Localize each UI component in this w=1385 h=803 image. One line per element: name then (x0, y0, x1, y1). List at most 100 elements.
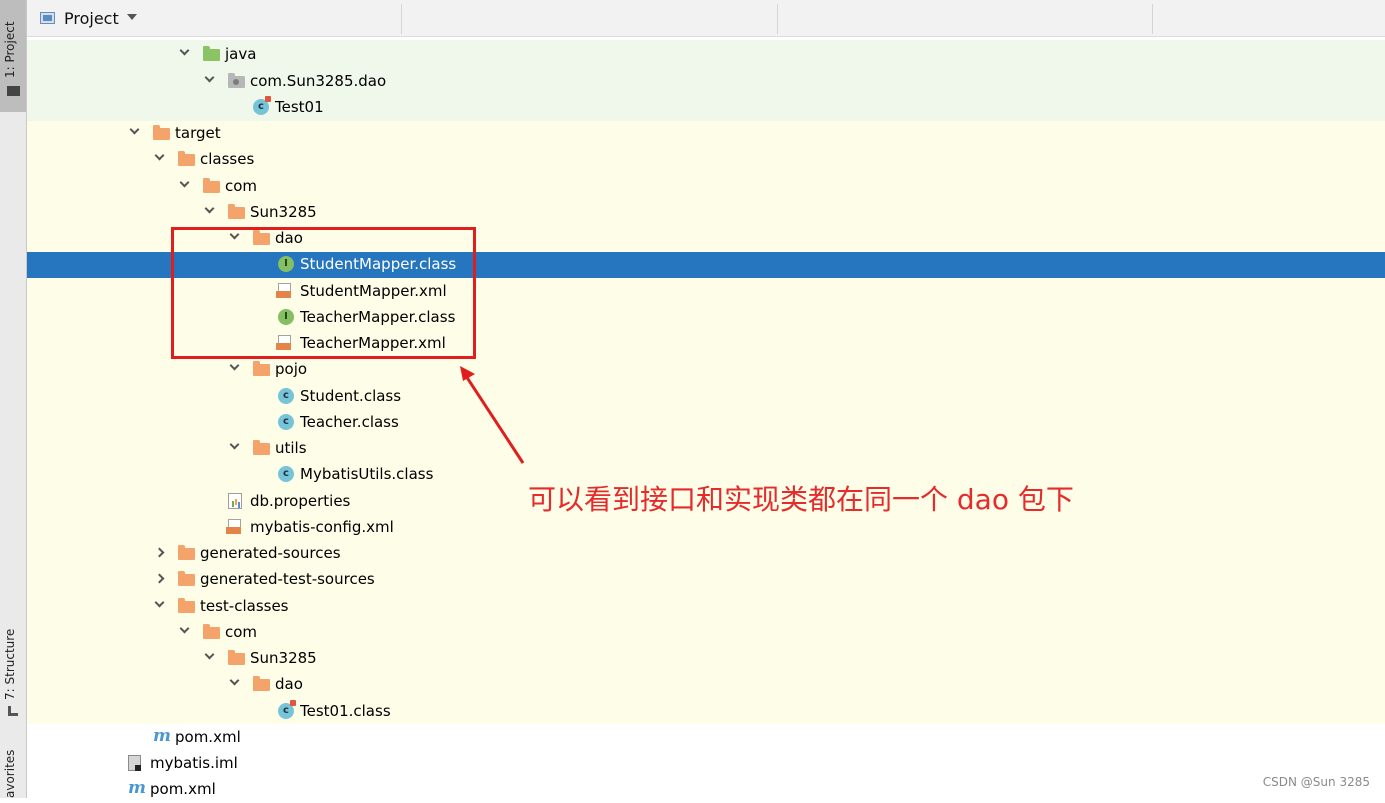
folder-icon (178, 545, 195, 560)
tree-item-label: pom.xml (150, 780, 216, 798)
tree-item-label: generated-test-sources (200, 570, 375, 588)
maven-icon: m (128, 778, 146, 798)
chevron-down-icon[interactable] (129, 124, 140, 135)
folder-icon (203, 178, 220, 193)
chevron-down-icon[interactable] (154, 150, 165, 161)
tree-item-label: pojo (275, 360, 308, 378)
project-tree[interactable]: java com.Sun3285.dao c Test01 target classes c… (27, 36, 1385, 798)
tree-row[interactable]: generated-sources (27, 541, 1385, 567)
tree-item-label: db.properties (250, 492, 351, 510)
tree-row[interactable]: Sun3285 (27, 200, 1385, 226)
tree-row[interactable]: java (27, 42, 1385, 68)
chevron-down-icon[interactable] (229, 439, 240, 450)
tree-item-label: java (225, 45, 257, 63)
tree-row[interactable]: m pom.xml (27, 725, 1385, 751)
tree-row[interactable]: target (27, 121, 1385, 147)
chevron-down-icon[interactable] (154, 597, 165, 608)
tree-row[interactable]: com.Sun3285.dao (27, 69, 1385, 95)
tree-row[interactable]: com (27, 174, 1385, 200)
chevron-right-icon[interactable] (154, 547, 165, 558)
tree-row[interactable]: c Teacher.class (27, 410, 1385, 436)
tree-row[interactable]: m pom.xml (27, 777, 1385, 803)
folder-icon (153, 125, 170, 140)
project-tab-label: 1: Project (3, 21, 17, 78)
tree-item-label: mybatis-config.xml (250, 518, 394, 536)
folder-icon (178, 151, 195, 166)
favorites-tool-tab[interactable]: avorites (0, 740, 26, 798)
tree-row[interactable]: generated-test-sources (27, 567, 1385, 593)
project-view-icon (40, 12, 55, 24)
tree-row[interactable]: test-classes (27, 594, 1385, 620)
project-tool-tab[interactable]: 1: Project (0, 0, 26, 112)
tree-row[interactable]: dao (27, 672, 1385, 698)
tree-item-label: classes (200, 150, 255, 168)
tree-item-label: com.Sun3285.dao (250, 72, 387, 90)
folder-icon (253, 361, 270, 376)
tree-item-label: utils (275, 439, 307, 457)
tree-item-label: test-classes (200, 597, 289, 615)
tree-item-label: Sun3285 (250, 203, 317, 221)
structure-tool-tab[interactable]: 7: Structure (0, 620, 26, 720)
xml-file-icon (226, 519, 241, 534)
chevron-down-icon[interactable] (179, 177, 190, 188)
tree-item-label: Student.class (300, 387, 402, 405)
tree-item-label: Test01 (275, 98, 324, 116)
class-icon: c (278, 388, 294, 404)
tree-item-label: com (225, 623, 258, 641)
chevron-right-icon[interactable] (154, 573, 165, 584)
folder-icon (253, 440, 270, 455)
folder-icon (203, 624, 220, 639)
tree-item-label: MybatisUtils.class (300, 465, 434, 483)
tree-row[interactable]: c Test01 (27, 95, 1385, 121)
folder-icon (228, 650, 245, 665)
tree-item-label: Teacher.class (300, 413, 399, 431)
tool-window-title[interactable]: Project (64, 9, 119, 28)
package-icon (228, 73, 245, 88)
chevron-down-icon[interactable] (229, 360, 240, 371)
chevron-down-icon[interactable] (204, 649, 215, 660)
test-class-icon: c (278, 700, 296, 719)
tree-row[interactable]: utils (27, 436, 1385, 462)
chevron-down-icon[interactable] (204, 72, 215, 83)
divider (777, 4, 778, 34)
folder-icon (178, 598, 195, 613)
tree-row[interactable]: mybatis.iml (27, 751, 1385, 777)
chevron-down-icon[interactable] (204, 203, 215, 214)
folder-icon (253, 676, 270, 691)
tree-item-label: Sun3285 (250, 649, 317, 667)
annotation-highlight-box (171, 227, 476, 359)
tree-item-label: com (225, 177, 258, 195)
source-folder-icon (203, 46, 220, 61)
favorites-tab-label: avorites (3, 749, 17, 798)
watermark: CSDN @Sun 3285 (1262, 775, 1370, 789)
tree-item-label: pom.xml (175, 728, 241, 746)
tree-row[interactable]: c Test01.class (27, 699, 1385, 725)
class-icon: c (278, 466, 294, 482)
chevron-down-icon[interactable] (229, 675, 240, 686)
tree-row[interactable]: mybatis-config.xml (27, 515, 1385, 541)
annotation-text: 可以看到接口和实现类都在同一个 dao 包下 (528, 483, 1074, 516)
module-file-icon (128, 755, 141, 771)
chevron-down-icon[interactable] (179, 623, 190, 634)
chevron-down-icon[interactable] (179, 45, 190, 56)
tree-item-label: mybatis.iml (150, 754, 238, 772)
tree-item-label: generated-sources (200, 544, 341, 562)
divider (1152, 4, 1153, 34)
tree-row[interactable]: Sun3285 (27, 646, 1385, 672)
properties-file-icon (228, 493, 242, 509)
tree-row[interactable]: com (27, 620, 1385, 646)
structure-icon (8, 706, 18, 716)
folder-icon (228, 204, 245, 219)
project-tool-window-header: Project (27, 0, 1385, 37)
tree-item-label: target (175, 124, 221, 142)
folder-icon (7, 86, 20, 96)
tree-row[interactable]: classes (27, 147, 1385, 173)
tree-item-label: dao (275, 675, 303, 693)
structure-tab-label: 7: Structure (3, 628, 17, 700)
tree-row[interactable]: pojo (27, 357, 1385, 383)
maven-icon: m (153, 726, 171, 746)
tree-row[interactable]: c Student.class (27, 384, 1385, 410)
class-icon: c (278, 414, 294, 430)
chevron-down-icon[interactable] (127, 14, 137, 20)
divider (401, 4, 402, 34)
